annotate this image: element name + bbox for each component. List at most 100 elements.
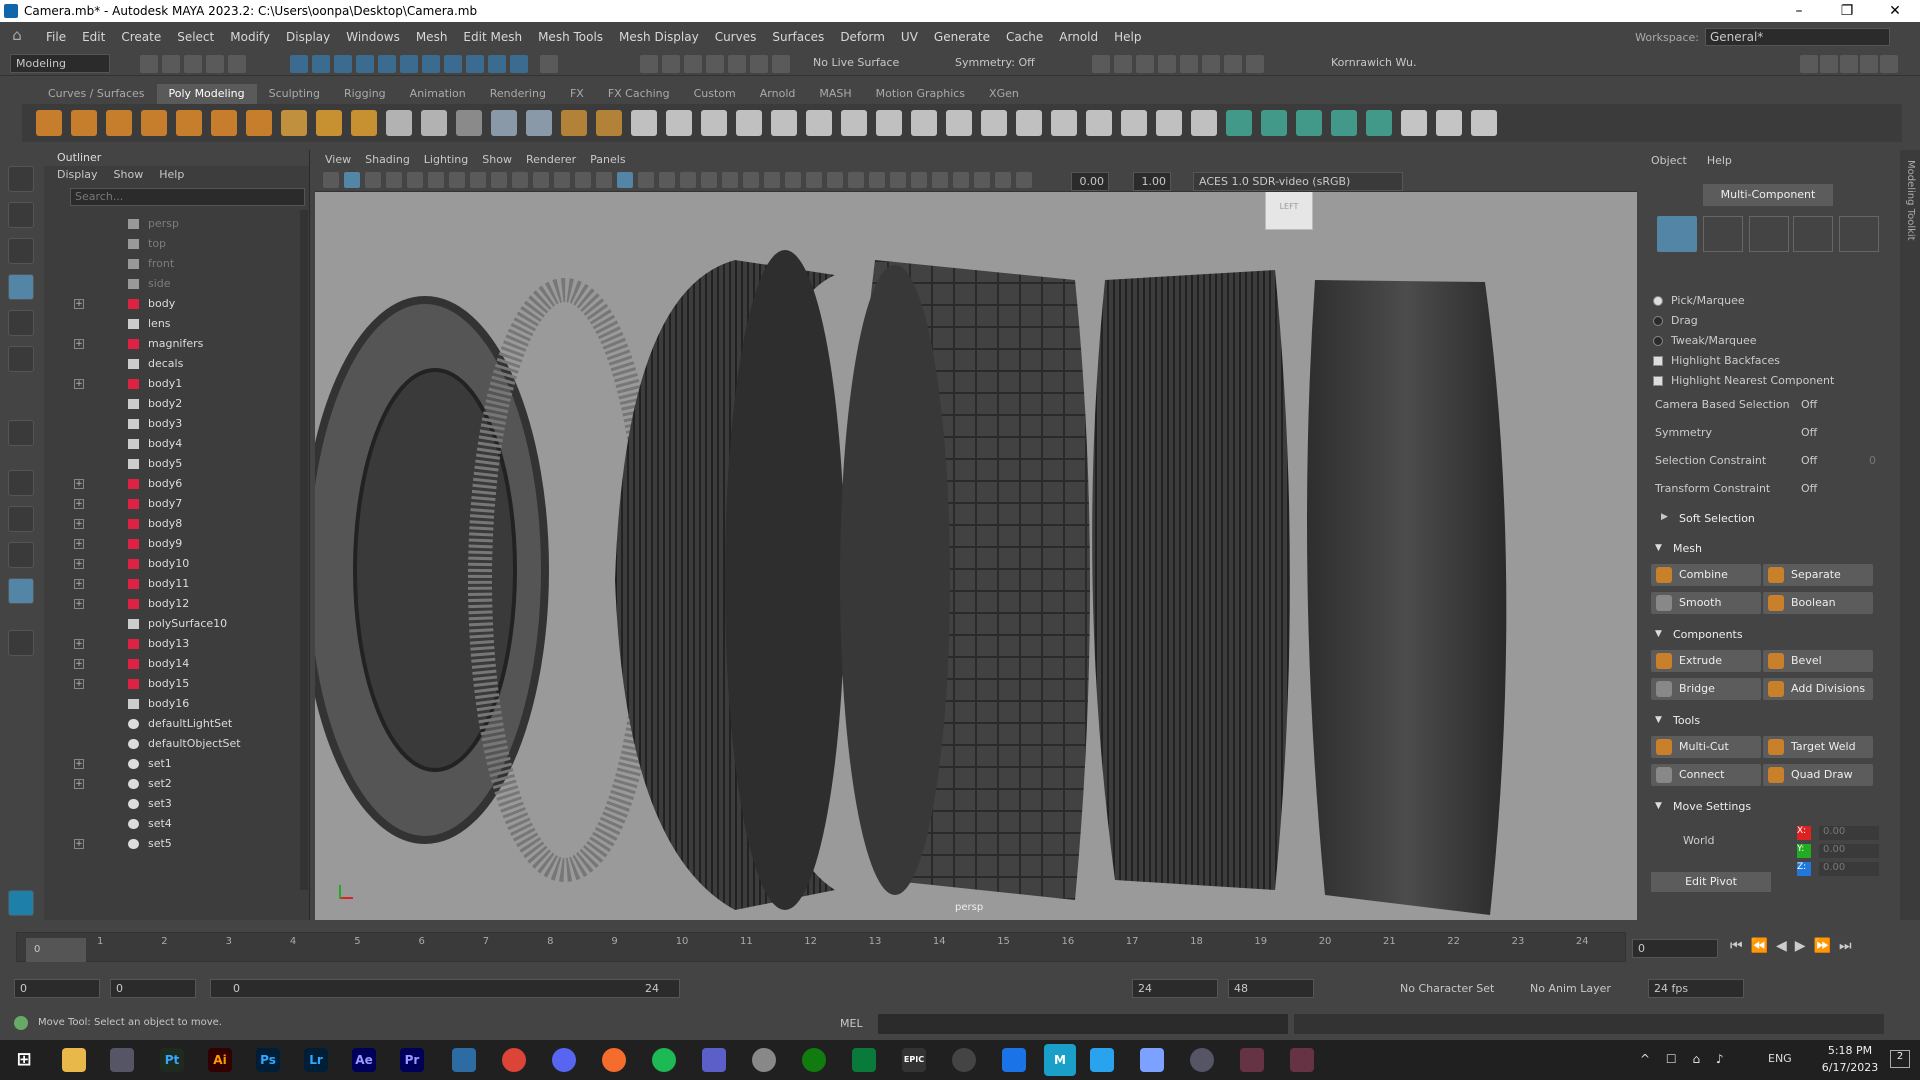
viewport-tool-icon[interactable] xyxy=(323,172,339,188)
menu-mesh[interactable]: Mesh xyxy=(408,30,456,44)
end-frame-field[interactable]: 48 xyxy=(1228,979,1314,998)
shelf-tool-icon[interactable] xyxy=(386,110,412,136)
status-tool-icon[interactable] xyxy=(290,55,308,73)
viewport-tool-icon[interactable] xyxy=(869,172,885,188)
scale-tool-icon[interactable] xyxy=(8,346,34,372)
vertex-mode-icon[interactable] xyxy=(1703,216,1743,252)
tools-title[interactable]: Tools xyxy=(1673,714,1700,727)
tools-target-weld-button[interactable]: Target Weld xyxy=(1763,736,1873,758)
viewport-tool-icon[interactable] xyxy=(764,172,780,188)
expand-icon[interactable]: + xyxy=(74,579,84,589)
viewport-menu-show[interactable]: Show xyxy=(482,150,512,170)
tools-connect-button[interactable]: Connect xyxy=(1651,764,1761,786)
expand-icon[interactable]: + xyxy=(74,519,84,529)
components-add-divisions-button[interactable]: Add Divisions xyxy=(1763,678,1873,700)
viewport-menu-lighting[interactable]: Lighting xyxy=(424,150,468,170)
shelf-tab-animation[interactable]: Animation xyxy=(398,84,478,104)
outliner-menu-display[interactable]: Display xyxy=(57,166,98,184)
viewport-tool-icon[interactable] xyxy=(1016,172,1032,188)
outliner-item[interactable]: body4 xyxy=(74,434,314,454)
status-tool-icon[interactable] xyxy=(206,55,224,73)
components-bridge-button[interactable]: Bridge xyxy=(1651,678,1761,700)
viewport-menu-shading[interactable]: Shading xyxy=(365,150,410,170)
last-tool-icon[interactable] xyxy=(8,420,34,446)
viewport-tool-icon[interactable] xyxy=(911,172,927,188)
status-tool-icon[interactable] xyxy=(378,55,396,73)
expand-icon[interactable]: + xyxy=(74,599,84,609)
lasso-tool-icon[interactable] xyxy=(8,202,34,228)
outliner-item[interactable]: defaultLightSet xyxy=(74,714,314,734)
tools-quad-draw-button[interactable]: Quad Draw xyxy=(1763,764,1873,786)
outliner-item[interactable]: + set1 xyxy=(74,754,314,774)
shelf-tool-icon[interactable] xyxy=(1121,110,1147,136)
outliner-menu-show[interactable]: Show xyxy=(114,166,144,184)
menu-curves[interactable]: Curves xyxy=(707,30,765,44)
shelf-tool-icon[interactable] xyxy=(1471,110,1497,136)
outliner-item[interactable]: + body12 xyxy=(74,594,314,614)
davinci-icon[interactable] xyxy=(1190,1048,1214,1072)
edit-pivot-button[interactable]: Edit Pivot xyxy=(1651,872,1771,892)
adobe-pr-icon[interactable]: Pr xyxy=(400,1048,424,1072)
maya-taskbar-icon[interactable]: M xyxy=(1044,1044,1076,1076)
mesh-separate-button[interactable]: Separate xyxy=(1763,564,1873,586)
outliner-scrollbar[interactable] xyxy=(300,210,308,890)
viewport-tool-icon[interactable] xyxy=(512,172,528,188)
two-view-icon[interactable] xyxy=(8,542,34,568)
expand-icon[interactable]: + xyxy=(74,839,84,849)
shelf-tool-icon[interactable] xyxy=(736,110,762,136)
origin-icon[interactable] xyxy=(602,1048,626,1072)
steam-icon[interactable] xyxy=(452,1048,476,1072)
shelf-tool-icon[interactable] xyxy=(106,110,132,136)
components-extrude-button[interactable]: Extrude xyxy=(1651,650,1761,672)
status-tool-icon[interactable] xyxy=(356,55,374,73)
tools-header[interactable]: ▼ xyxy=(1655,715,1662,725)
expand-icon[interactable]: + xyxy=(74,479,84,489)
teams-icon[interactable] xyxy=(702,1048,726,1072)
outliner-item[interactable]: body3 xyxy=(74,414,314,434)
status-tool-icon[interactable] xyxy=(140,55,158,73)
shelf-tab-fx-caching[interactable]: FX Caching xyxy=(596,84,682,104)
select-tool-icon[interactable] xyxy=(8,166,34,192)
shelf-tool-icon[interactable] xyxy=(141,110,167,136)
menu-windows[interactable]: Windows xyxy=(338,30,408,44)
outliner-layout-icon[interactable] xyxy=(8,578,34,604)
outliner-item[interactable]: + body10 xyxy=(74,554,314,574)
shelf-tab-poly-modeling[interactable]: Poly Modeling xyxy=(156,84,257,104)
shelf-tool-icon[interactable] xyxy=(911,110,937,136)
workspace-dropdown[interactable]: General* xyxy=(1705,28,1890,46)
viewport-tool-icon[interactable] xyxy=(470,172,486,188)
search-icon[interactable] xyxy=(8,630,34,656)
viewport-tool-icon[interactable] xyxy=(806,172,822,188)
viewport-tool-icon[interactable] xyxy=(365,172,381,188)
viewport-menu-view[interactable]: View xyxy=(325,150,351,170)
shelf-tool-icon[interactable] xyxy=(1086,110,1112,136)
edge-mode-icon[interactable] xyxy=(1749,216,1789,252)
notification-badge[interactable]: 2 xyxy=(1890,1050,1910,1068)
expand-icon[interactable]: + xyxy=(74,299,84,309)
paint-select-icon[interactable] xyxy=(8,238,34,264)
discord-icon[interactable] xyxy=(552,1048,576,1072)
status-tool-icon[interactable] xyxy=(444,55,462,73)
menu-help[interactable]: Help xyxy=(1106,30,1149,44)
checkbox[interactable] xyxy=(1653,376,1663,386)
adobe-lr-icon[interactable]: Lr xyxy=(304,1048,328,1072)
checkbox[interactable] xyxy=(1653,356,1663,366)
status-tool-icon[interactable] xyxy=(1092,55,1110,73)
gamma-field[interactable]: 1.00 xyxy=(1133,172,1171,191)
viewport-tool-icon[interactable] xyxy=(932,172,948,188)
mesh-combine-button[interactable]: Combine xyxy=(1651,564,1761,586)
shelf-tab-sculpting[interactable]: Sculpting xyxy=(257,84,332,104)
shelf-tab-mash[interactable]: MASH xyxy=(807,84,863,104)
status-tool-icon[interactable] xyxy=(750,55,768,73)
viewport-tool-icon[interactable] xyxy=(428,172,444,188)
menu-cache[interactable]: Cache xyxy=(998,30,1051,44)
shelf-tab-motion-graphics[interactable]: Motion Graphics xyxy=(864,84,977,104)
viewport-tool-icon[interactable] xyxy=(743,172,759,188)
viewport[interactable]: LEFT persp xyxy=(315,150,1637,920)
status-tool-icon[interactable] xyxy=(540,55,558,73)
minimize-button[interactable]: – xyxy=(1776,0,1822,22)
outliner-menu-help[interactable]: Help xyxy=(159,166,184,184)
status-tool-icon[interactable] xyxy=(312,55,330,73)
menu-select[interactable]: Select xyxy=(169,30,222,44)
shelf-tool-icon[interactable] xyxy=(631,110,657,136)
